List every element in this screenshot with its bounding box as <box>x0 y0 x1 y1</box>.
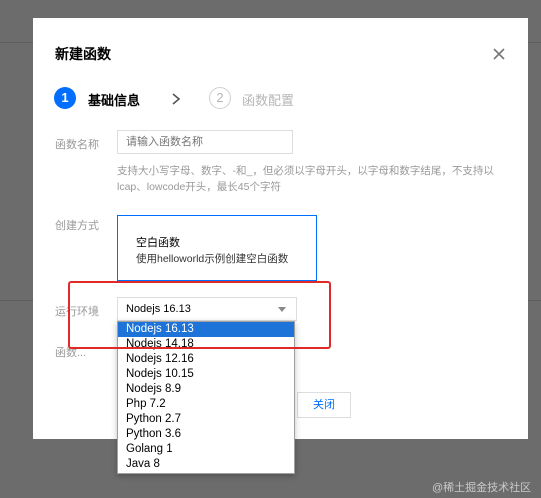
runtime-option[interactable]: Nodejs 10.15 <box>118 367 294 382</box>
chevron-right-icon <box>171 92 181 110</box>
function-name-help: 支持大小写字母、数字、-和_，但必须以字母开头，以字母和数字结尾，不支持以lca… <box>117 165 494 193</box>
step-2-badge: 2 <box>209 87 231 109</box>
create-method-label: 创建方式 <box>55 220 99 232</box>
runtime-option[interactable]: Python 3.6 <box>118 427 294 442</box>
runtime-option[interactable]: Php 7.2 <box>118 397 294 412</box>
annotation-highlight-box <box>68 281 331 349</box>
step-2-label: 函数配置 <box>242 93 295 108</box>
close-icon[interactable] <box>491 46 507 62</box>
dialog-title: 新建函数 <box>55 46 111 62</box>
step-1-badge: 1 <box>54 87 76 109</box>
runtime-option[interactable]: Python 2.7 <box>118 412 294 427</box>
runtime-option[interactable]: Golang 1 <box>118 442 294 457</box>
step-1-label: 基础信息 <box>88 93 141 108</box>
function-name-label: 函数名称 <box>55 139 99 151</box>
close-button[interactable]: 关闭 <box>297 392 351 418</box>
blank-function-title: 空白函数 <box>136 237 180 249</box>
runtime-option[interactable]: Java 8 <box>118 457 294 472</box>
runtime-option[interactable]: Nodejs 8.9 <box>118 382 294 397</box>
function-name-input[interactable] <box>117 130 293 154</box>
blank-function-desc: 使用helloworld示例创建空白函数 <box>136 253 289 265</box>
runtime-option[interactable]: Nodejs 12.16 <box>118 352 294 367</box>
watermark: @稀土掘金技术社区 <box>432 482 532 494</box>
blank-function-card[interactable]: 空白函数 使用helloworld示例创建空白函数 <box>117 215 317 281</box>
